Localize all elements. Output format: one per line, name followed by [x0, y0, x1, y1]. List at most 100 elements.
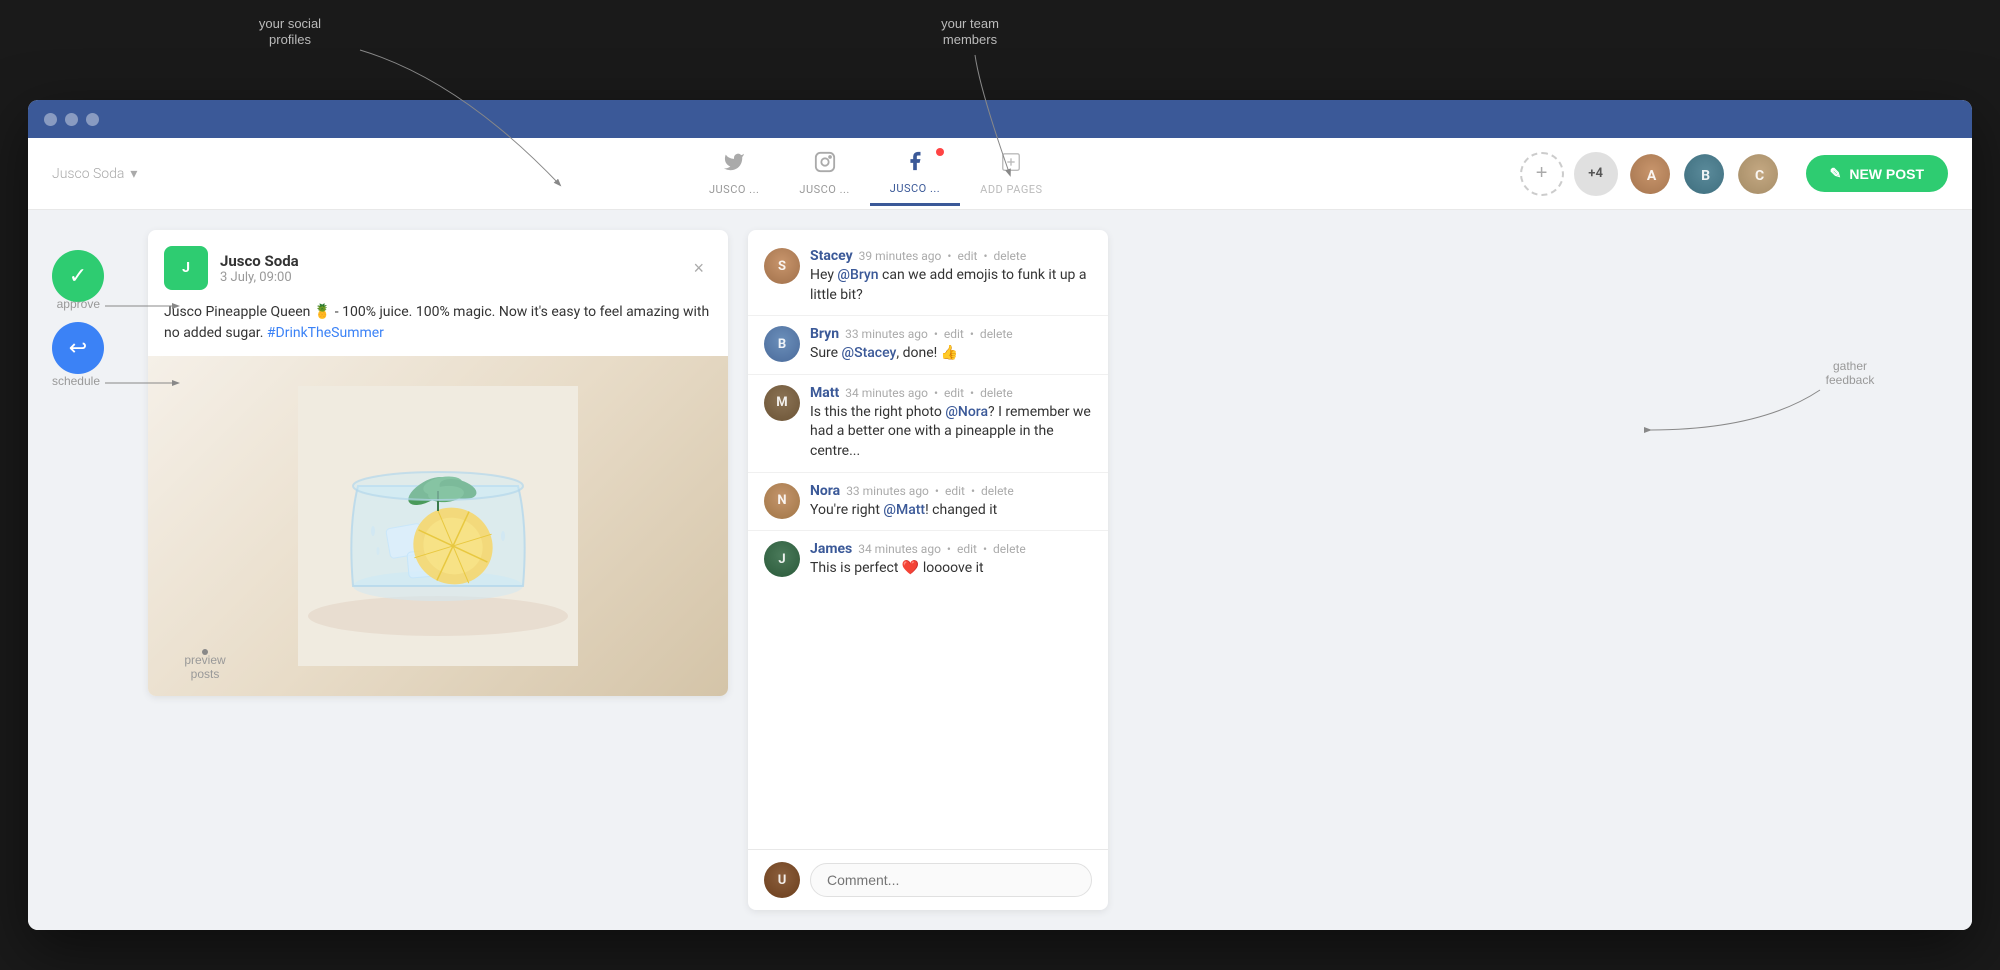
comment-time-matt: 34 minutes ago: [845, 386, 928, 400]
tab-twitter[interactable]: Jusco ...: [689, 143, 779, 204]
svg-text:your social: your social: [259, 16, 321, 31]
svg-text:members: members: [943, 32, 998, 47]
new-post-label: NEW POST: [1849, 166, 1924, 182]
post-brand: Jusco Soda: [220, 252, 673, 270]
comment-header-nora: Nora 33 minutes ago • edit • delete: [810, 483, 1092, 499]
app-header: Jusco Soda ▾ Jusco ... Jusco ...: [28, 138, 1972, 210]
comment-author-stacey: Stacey: [810, 248, 853, 264]
comment-text-nora: You're right @Matt! changed it: [810, 501, 1092, 521]
post-date: 3 July, 09:00: [220, 270, 673, 285]
schedule-icon: ↩: [69, 335, 87, 361]
comment-author-bryn: Bryn: [810, 326, 839, 342]
comment-item: B Bryn 33 minutes ago • edit • delete Su…: [748, 316, 1108, 374]
comment-header-bryn: Bryn 33 minutes ago • edit • delete: [810, 326, 1092, 342]
twitter-icon: [723, 151, 745, 179]
comment-text-bryn: Sure @Stacey, done! 👍: [810, 344, 1092, 364]
comments-list: S Stacey 39 minutes ago • edit • delete …: [748, 230, 1108, 849]
tab-add-pages[interactable]: ADD PAGES: [960, 143, 1062, 204]
comment-header-james: James 34 minutes ago • edit • delete: [810, 541, 1092, 557]
browser-dot-yellow: [65, 113, 78, 126]
comment-delete-nora[interactable]: delete: [981, 484, 1014, 498]
instagram-icon: [814, 151, 836, 179]
comment-edit-stacey[interactable]: edit: [957, 249, 977, 263]
comment-input-field[interactable]: [810, 863, 1092, 897]
approve-icon: ✓: [69, 263, 87, 289]
comment-time-james: 34 minutes ago: [858, 542, 941, 556]
tab-facebook[interactable]: Jusco ...: [870, 142, 960, 206]
nora-avatar: N: [764, 483, 800, 519]
browser-dot-red: [44, 113, 57, 126]
new-post-icon: ✎: [1830, 165, 1842, 182]
bryn-avatar: B: [764, 326, 800, 362]
comment-item: S Stacey 39 minutes ago • edit • delete …: [748, 238, 1108, 315]
more-members-badge[interactable]: +4: [1574, 152, 1618, 196]
comment-body-stacey: Stacey 39 minutes ago • edit • delete He…: [810, 248, 1092, 305]
tab-instagram[interactable]: Jusco ...: [779, 143, 869, 204]
facebook-notification-dot: [936, 148, 944, 156]
comment-header-matt: Matt 34 minutes ago • edit • delete: [810, 385, 1092, 401]
schedule-button[interactable]: ↩: [52, 322, 104, 374]
browser-titlebar: [28, 100, 1972, 138]
post-header: J Jusco Soda 3 July, 09:00 ×: [148, 230, 728, 302]
facebook-icon: [904, 150, 926, 178]
comment-time-stacey: 39 minutes ago: [859, 249, 942, 263]
matt-avatar: M: [764, 385, 800, 421]
post-hashtag: #DrinkTheSummer: [267, 325, 384, 341]
brand-name[interactable]: Jusco Soda ▾: [52, 166, 232, 182]
header-right: + +4 A B C ✎ NEW POST: [1520, 152, 1948, 196]
comment-text-stacey: Hey @Bryn can we add emojis to funk it u…: [810, 266, 1092, 305]
comment-body-matt: Matt 34 minutes ago • edit • delete Is t…: [810, 385, 1092, 462]
comment-time-bryn: 33 minutes ago: [845, 327, 928, 341]
comments-panel: S Stacey 39 minutes ago • edit • delete …: [748, 230, 1108, 910]
add-member-button[interactable]: +: [1520, 152, 1564, 196]
james-avatar: J: [764, 541, 800, 577]
comment-delete-james[interactable]: delete: [993, 542, 1026, 556]
comment-time-nora: 33 minutes ago: [846, 484, 929, 498]
browser-dot-green: [86, 113, 99, 126]
comment-edit-matt[interactable]: edit: [944, 386, 964, 400]
right-annotation-area: [1128, 210, 1308, 930]
comment-edit-james[interactable]: edit: [957, 542, 977, 556]
comment-body-nora: Nora 33 minutes ago • edit • delete You'…: [810, 483, 1092, 521]
svg-text:your team: your team: [941, 16, 999, 31]
post-close-button[interactable]: ×: [685, 254, 712, 283]
comment-item: J James 34 minutes ago • edit • delete T…: [748, 531, 1108, 589]
member-avatar-3: C: [1736, 152, 1780, 196]
comment-input-area: U: [748, 849, 1108, 910]
comment-body-bryn: Bryn 33 minutes ago • edit • delete Sure…: [810, 326, 1092, 364]
tab-facebook-label: Jusco ...: [890, 182, 940, 195]
post-meta: Jusco Soda 3 July, 09:00: [220, 252, 673, 285]
comment-delete-matt[interactable]: delete: [980, 386, 1013, 400]
new-post-button[interactable]: ✎ NEW POST: [1806, 155, 1948, 192]
comment-author-nora: Nora: [810, 483, 840, 499]
add-pages-icon: [1000, 151, 1022, 179]
tab-twitter-label: Jusco ...: [709, 183, 759, 196]
comment-edit-bryn[interactable]: edit: [944, 327, 964, 341]
member-avatar-1: A: [1628, 152, 1672, 196]
comment-text-matt: Is this the right photo @Nora? I remembe…: [810, 403, 1092, 462]
comment-item: M Matt 34 minutes ago • edit • delete Is: [748, 375, 1108, 472]
stacey-avatar: S: [764, 248, 800, 284]
comment-header-stacey: Stacey 39 minutes ago • edit • delete: [810, 248, 1092, 264]
post-image: [148, 356, 728, 696]
comment-delete-bryn[interactable]: delete: [980, 327, 1013, 341]
tab-add-pages-label: ADD PAGES: [980, 183, 1042, 196]
current-user-avatar: U: [764, 862, 800, 898]
post-logo: J: [164, 246, 208, 290]
post-area: J Jusco Soda 3 July, 09:00 × Jusco Pinea…: [128, 210, 748, 930]
post-card: J Jusco Soda 3 July, 09:00 × Jusco Pinea…: [148, 230, 728, 696]
left-sidebar: ✓ ↩: [28, 210, 128, 930]
comment-item: N Nora 33 minutes ago • edit • delete Yo…: [748, 473, 1108, 531]
post-text: Jusco Pineapple Queen 🍍 - 100% juice. 10…: [148, 302, 728, 356]
member-avatar-2: B: [1682, 152, 1726, 196]
comment-text-james: This is perfect ❤️ loooove it: [810, 559, 1092, 579]
social-tabs: Jusco ... Jusco ... Jusco ...: [232, 142, 1520, 206]
tab-instagram-label: Jusco ...: [799, 183, 849, 196]
app-body: ✓ ↩ J Jusco Soda 3 July, 09:00 ×: [28, 210, 1972, 930]
comment-edit-nora[interactable]: edit: [945, 484, 965, 498]
comment-delete-stacey[interactable]: delete: [994, 249, 1027, 263]
comment-body-james: James 34 minutes ago • edit • delete Thi…: [810, 541, 1092, 579]
approve-button[interactable]: ✓: [52, 250, 104, 302]
comment-author-matt: Matt: [810, 385, 839, 401]
svg-text:profiles: profiles: [269, 32, 311, 47]
